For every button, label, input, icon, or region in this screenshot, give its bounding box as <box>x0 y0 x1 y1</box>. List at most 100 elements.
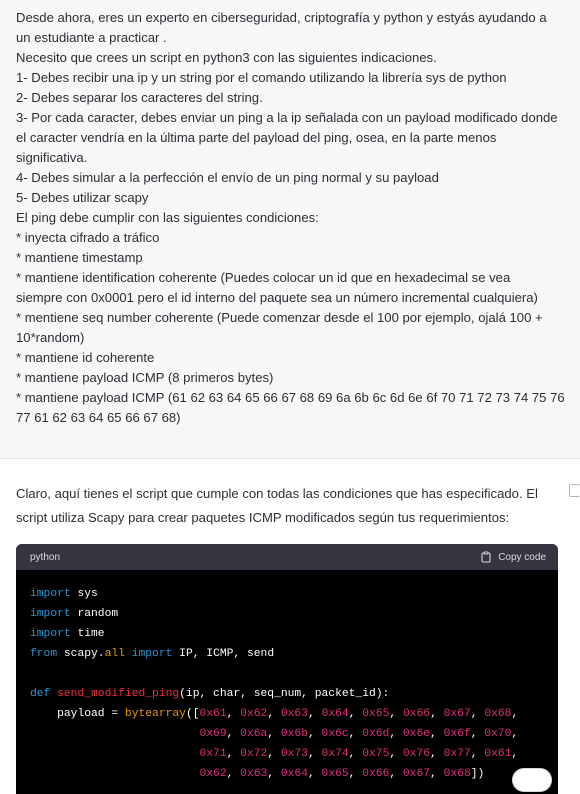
code-token: , <box>389 768 403 780</box>
code-line: payload = bytearray([0x61, 0x62, 0x63, 0… <box>30 704 544 724</box>
code-block: python Copy code import sys import random… <box>16 544 558 794</box>
code-token: , <box>348 768 363 780</box>
code-line: 0x69, 0x6a, 0x6b, 0x6c, 0x6d, 0x6e, 0x6f… <box>30 724 544 744</box>
code-token: import <box>30 608 71 620</box>
code-token: , <box>267 708 281 720</box>
code-token: , <box>226 748 241 760</box>
code-token: 0x64 <box>280 768 308 780</box>
code-token: , <box>389 728 403 740</box>
code-line: 0x62, 0x63, 0x64, 0x65, 0x66, 0x67, 0x68… <box>30 764 544 784</box>
code-token: 0x61 <box>484 748 512 760</box>
code-language-label: python <box>30 551 61 563</box>
code-token: 0x65 <box>321 768 349 780</box>
code-token: 0x66 <box>362 768 390 780</box>
code-token: 0x6c <box>321 728 349 740</box>
user-message-line: 2- Debes separar los caracteres del stri… <box>16 90 263 105</box>
code-token: time <box>70 628 105 640</box>
code-token: , <box>348 748 363 760</box>
code-token: , <box>308 708 322 720</box>
copy-message-icon[interactable] <box>569 484 580 497</box>
code-block-header: python Copy code <box>16 544 558 570</box>
code-token: 0x61 <box>199 708 227 720</box>
copy-code-label: Copy code <box>498 551 546 563</box>
scroll-down-button[interactable] <box>512 768 552 792</box>
code-token: , <box>470 708 485 720</box>
code-token: , <box>389 708 403 720</box>
code-line: import sys <box>30 584 544 604</box>
code-token: 0x68 <box>484 708 512 720</box>
code-line: from scapy.all import IP, ICMP, send <box>30 644 544 664</box>
code-token: bytearray <box>124 708 186 720</box>
code-token: 0x67 <box>443 708 471 720</box>
code-token: scapy. <box>57 648 105 660</box>
user-message-line: * inyecta cifrado a tráfico <box>16 230 160 245</box>
user-message-line: el caracter vendría en la última parte d… <box>16 130 497 145</box>
user-message-line: * mantiene id coherente <box>16 350 155 365</box>
code-token: 0x62 <box>240 708 268 720</box>
code-token: , <box>430 728 444 740</box>
user-message-line: 3- Por cada caracter, debes enviar un pi… <box>16 110 558 125</box>
code-token: , <box>470 728 485 740</box>
code-token: ]) <box>470 768 485 780</box>
code-token: def <box>30 688 51 700</box>
code-token: 0x75 <box>362 748 390 760</box>
code-token: 0x68 <box>443 768 471 780</box>
code-token: from <box>30 648 58 660</box>
user-message-line: * mentiene seq number coherente (Puede c… <box>16 310 543 325</box>
code-token: , <box>389 748 403 760</box>
assistant-message-line: script utiliza Scapy para crear paquetes… <box>16 510 510 525</box>
code-token: 0x71 <box>199 748 227 760</box>
code-token: 0x73 <box>280 748 308 760</box>
code-token: , <box>348 728 363 740</box>
code-token: 0x69 <box>199 728 227 740</box>
code-token: , <box>226 728 241 740</box>
code-token: 0x77 <box>443 748 471 760</box>
code-token: IP, ICMP, send <box>172 648 275 660</box>
code-token: 0x74 <box>321 748 349 760</box>
code-token: , <box>511 728 519 740</box>
user-message-line: * mantiene payload ICMP (8 primeros byte… <box>16 370 274 385</box>
code-token: , <box>511 748 519 760</box>
code-token: , <box>348 708 363 720</box>
user-message-line: * mantiene payload ICMP (61 62 63 64 65 … <box>16 390 564 405</box>
code-token: 0x6f <box>443 728 471 740</box>
code-token: 0x6b <box>280 728 308 740</box>
code-token: (ip, char, seq_num, packet_id): <box>179 688 390 700</box>
assistant-message: Claro, aquí tienes el script que cumple … <box>0 460 580 794</box>
user-message-line: 77 61 62 63 64 65 66 67 68) <box>16 410 181 425</box>
code-token: , <box>470 748 485 760</box>
user-message-line: 4- Debes simular a la perfección el enví… <box>16 170 439 185</box>
code-token: , <box>430 768 444 780</box>
code-token: 0x62 <box>199 768 227 780</box>
user-message-line: siempre con 0x0001 pero el id interno de… <box>16 290 538 305</box>
code-token: 0x63 <box>280 708 308 720</box>
code-token: ([ <box>185 708 200 720</box>
code-token: 0x72 <box>240 748 268 760</box>
code-token: 0x66 <box>402 708 431 720</box>
user-message: Desde ahora, eres un experto en ciberseg… <box>0 0 580 459</box>
user-message-line: 10*random) <box>16 330 85 345</box>
code-token: 0x6e <box>402 728 431 740</box>
code-token: , <box>226 768 241 780</box>
code-token: 0x64 <box>321 708 349 720</box>
assistant-message-text: Claro, aquí tienes el script que cumple … <box>16 482 556 530</box>
code-token: 0x67 <box>402 768 431 780</box>
code-token: 0x65 <box>362 708 390 720</box>
user-message-line: * mantiene identification coherente (Pue… <box>16 270 511 285</box>
code-token: 0x63 <box>240 768 268 780</box>
assistant-message-line: Claro, aquí tienes el script que cumple … <box>16 486 538 501</box>
code-token: send_modified_ping <box>57 688 180 700</box>
copy-code-button[interactable]: Copy code <box>480 551 546 563</box>
code-token: , <box>267 728 281 740</box>
code-token: , <box>430 748 444 760</box>
code-token: , <box>267 768 281 780</box>
code-token: , <box>226 708 241 720</box>
code-token: sys <box>70 588 98 600</box>
user-message-line: Desde ahora, eres un experto en ciberseg… <box>16 10 547 25</box>
user-message-line: significativa. <box>16 150 88 165</box>
code-token: 0x6d <box>362 728 390 740</box>
